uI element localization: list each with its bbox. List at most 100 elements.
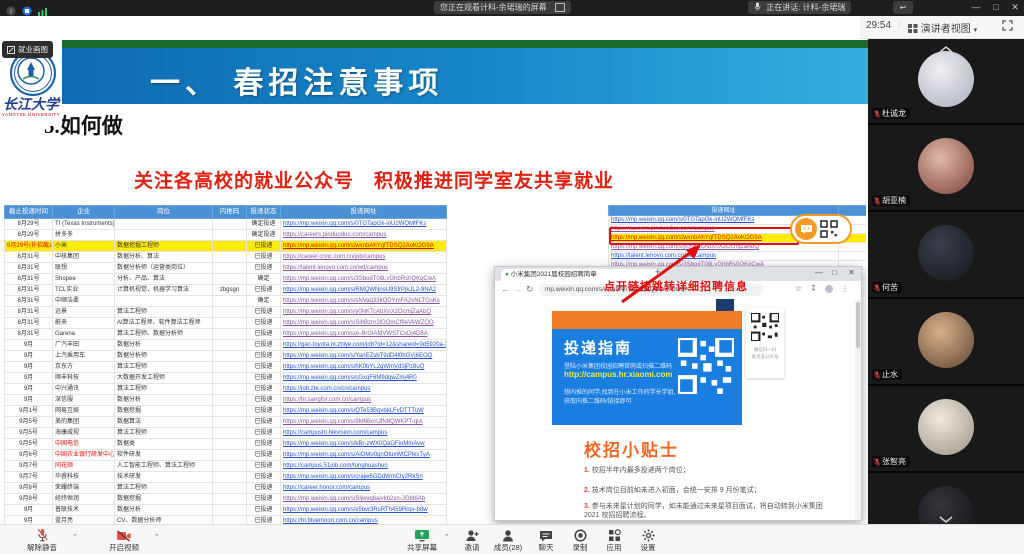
table-row: 8月29号 TI (Texas Instruments) 确定投递 https:… (5, 219, 447, 230)
minimize-button[interactable]: — (968, 0, 984, 15)
col-referral: 内推码 (213, 206, 247, 219)
tencent-meeting-window: { "meeting": { "topbar": { "watching": "… (0, 0, 1024, 554)
profile-avatar-icon (825, 285, 833, 293)
table-row: 9月 普联技术 数据分析 已投递 https://mp.weixin.qq.co… (5, 505, 447, 516)
poster-line2: 想内推的同学,找到在小米工作的学长学姐, (564, 387, 675, 396)
tip-item: 1. 校招半年内最多投递两个岗位； (584, 466, 840, 475)
reply-icon[interactable]: ↩ (893, 1, 913, 14)
camera-off-icon (96, 527, 152, 542)
share-options-chevron[interactable]: ⌃ (444, 533, 450, 541)
poster-guide-card: 投递指南 登陆小米集团校园招聘官网或扫描二维码 http://campus.hr… (552, 329, 742, 425)
followus-qr-card: 微信扫一扫 关注该公众号 (746, 308, 784, 378)
share-screen-button[interactable]: 共享屏幕 (398, 527, 446, 553)
table-row: 9月8号 经纬恒润 数据挖掘 已投递 https://mp.weixin.qq.… (5, 494, 447, 505)
slide-slogan: 关注各高校的就业公众号 积极推进同学室友共享就业 (134, 166, 614, 193)
participant-video-tile[interactable]: 止水 (868, 299, 1024, 384)
table-row: 8月31号 远景 算法工程师 已投递 https://mp.weixin.qq.… (5, 307, 447, 318)
poster-qr-code (678, 338, 734, 394)
table-row: 8月29号 拼多多 确定投递 https://careers.pinduoduo… (5, 230, 447, 241)
table-row: 9月5号 美的集团 数据算法 已投递 https://mp.weixin.qq.… (5, 417, 447, 428)
back-icon: ← (501, 284, 510, 294)
followus-qr-code (751, 313, 779, 341)
participant-name-label: 何苦 (872, 282, 902, 293)
avatar (918, 51, 974, 107)
table-row: 9月 京东方 算法工程师 已投递 https://mp.weixin.qq.co… (5, 362, 447, 373)
watching-banner: 您正在观看计科-余珺瑞的屏幕 (434, 1, 571, 14)
left-spreadsheet: 截止投递时间 企业 岗位 内推码 投递状态 投递网址 8月29号 TI (Tex… (4, 205, 447, 538)
participant-video-tile[interactable]: 张智亮 (868, 386, 1024, 471)
table-row: 9月7号 华睿科技 技术研发 已投递 https://mp.weixin.qq.… (5, 472, 447, 483)
info-icon[interactable]: i (6, 3, 16, 13)
slide-top-strip (0, 40, 868, 48)
unmute-button[interactable]: 解除静音 (14, 527, 70, 553)
mic-options-chevron[interactable]: ⌃ (72, 533, 78, 541)
collapse-chevron-icon[interactable] (938, 40, 954, 48)
start-video-button[interactable]: 开启视频 (96, 527, 152, 553)
browser-maximize: □ (832, 268, 837, 277)
forward-icon: → (513, 284, 522, 294)
university-name: 长江大学 (1, 94, 61, 114)
meeting-toolbar: 解除静音 ⌃ 开启视频 ⌃ 共享屏幕 ⌃ 邀请 成员(28) 聊天 (0, 524, 1024, 554)
apps-button[interactable]: 应用 (596, 527, 632, 553)
participant-video-tile[interactable]: 胡亚楠 (868, 125, 1024, 210)
table-row: 8月31号 蔚来 AI算法工程师、软件算法工程师 已投递 https://mp.… (5, 318, 447, 329)
maximize-button[interactable]: □ (988, 0, 1004, 15)
mic-muted-icon (874, 110, 880, 118)
col-extra (839, 206, 867, 216)
col-position: 岗位 (115, 206, 213, 219)
university-name-en: YANGTZE UNIVERSITY (1, 112, 61, 117)
qr-caption: 微信扫一扫 关注该公众号 (746, 346, 784, 360)
members-icon (486, 527, 530, 542)
video-options-chevron[interactable]: ⌃ (154, 533, 160, 541)
avatar (918, 312, 974, 368)
bookmark-star-icon: ☆ (795, 284, 802, 293)
network-signal-icon[interactable] (38, 3, 48, 13)
table-header-row: 截止投递时间 企业 岗位 内推码 投递状态 投递网址 (5, 206, 447, 219)
members-button[interactable]: 成员(28) (486, 527, 530, 553)
table-row: 9月1号 网易互娱 数据挖掘 已投递 https://mp.weixin.qq.… (5, 406, 447, 417)
more-chevron-icon[interactable] (938, 510, 954, 518)
table-row: 8月31号 中顺洁柔 确定 https://mp.weixin.qq.com/s… (5, 296, 447, 307)
scrollbar-thumb (856, 302, 860, 348)
participant-name-label: 杜诚龙 (872, 108, 910, 119)
col-url: 投递网址 (281, 206, 447, 219)
annotation-tool-badge: 就业画图 (2, 41, 53, 58)
mic-muted-icon (874, 371, 880, 379)
menu-dots-icon: ⋮ (841, 284, 849, 293)
mic-muted-icon (874, 458, 880, 466)
avatar (918, 225, 974, 281)
fullscreen-icon[interactable] (1002, 20, 1013, 34)
settings-button[interactable]: 设置 (630, 527, 666, 553)
table-row: 8月31号 TCL实业 计算机视觉、机器学习算法 zbgsgn 已投递 http… (5, 285, 447, 296)
wechat-icon (795, 218, 817, 240)
table-row: 9月 上汽乘用车 数据分析师 已投递 https://mp.weixin.qq.… (5, 351, 447, 362)
tip-item: 3. 参与未来星计划的同学，如未能通过未来星项目面试，将自动转到小米集团 202… (584, 502, 840, 520)
apps-icon (596, 527, 632, 542)
view-mode-selector[interactable]: 演讲者视图 ▾ (908, 20, 977, 35)
col-company: 企业 (53, 206, 115, 219)
settings-icon (630, 527, 666, 542)
chat-button[interactable]: 聊天 (528, 527, 564, 553)
pencil-icon (7, 46, 15, 54)
record-icon (562, 527, 598, 542)
invite-button[interactable]: 邀请 (454, 527, 490, 553)
avatar (918, 399, 974, 455)
table-row: 9月 广汽丰田 数据分析 已投递 https://gac-toyota.m.zh… (5, 340, 447, 351)
shield-icon[interactable] (22, 3, 32, 13)
red-highlight-box (609, 227, 799, 245)
scrollbar (855, 299, 861, 520)
table-row: 9月7号 同花顺 人工智能工程师、算法工程师 已投递 https://campu… (5, 461, 447, 472)
participant-video-tile[interactable]: 何苦 (868, 212, 1024, 297)
record-button[interactable]: 录制 (562, 527, 598, 553)
participant-name-label: 胡亚楠 (872, 195, 910, 206)
red-annotation-text: 点开链接跳转详细招聘信息 (604, 278, 748, 294)
table-row: https://talent.lenovo.com.cn/wd/campus (609, 252, 867, 261)
table-row: 9月8号 荣耀终端 算法工程师 已投递 https://career.honor… (5, 483, 447, 494)
remaining-time: 29:54 (866, 20, 891, 31)
screen-badge-icon (555, 3, 565, 12)
table-row: 9月 顺丰科技 大数据开发工程师 已投递 https://mp.weixin.q… (5, 373, 447, 384)
download-icon: ↧ (810, 284, 817, 293)
table-row: 8月29号(补招截止) 小米 数据挖掘工程师 已投递 https://mp.we… (5, 241, 447, 252)
participant-name-label: 张智亮 (872, 456, 910, 467)
close-button[interactable]: ✕ (1007, 0, 1023, 15)
